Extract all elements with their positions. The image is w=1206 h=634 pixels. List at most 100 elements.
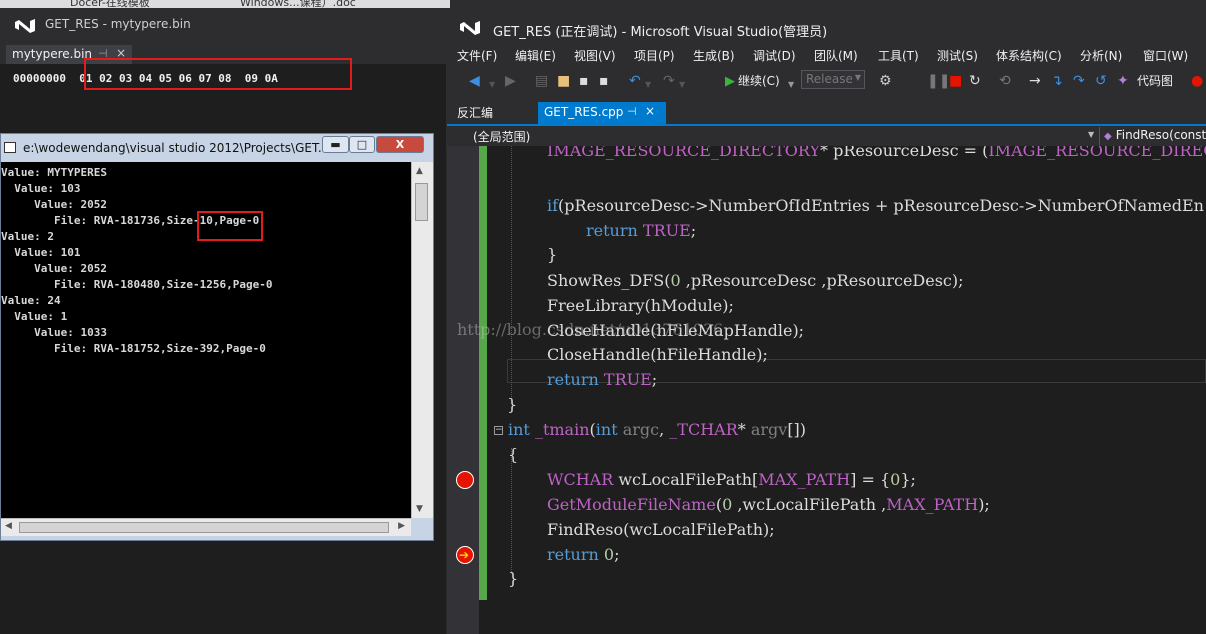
close-button[interactable]: X <box>376 136 424 153</box>
chevron-down-icon[interactable]: ▼ <box>645 77 651 93</box>
scroll-right-icon[interactable]: ▶ <box>398 521 405 531</box>
console-window: e:\wodewendang\visual studio 2012\Projec… <box>0 133 434 541</box>
chevron-down-icon[interactable]: ▼ <box>788 77 794 93</box>
current-statement-breakpoint-icon[interactable]: ➔ <box>456 546 474 564</box>
menu-architecture[interactable]: 体系结构(C) <box>996 47 1062 64</box>
code-editor[interactable]: IMAGE_RESOURCE_DIRECTORY* pResourceDesc … <box>447 146 1206 634</box>
scroll-up-icon[interactable]: ▲ <box>416 166 423 176</box>
console-vertical-scrollbar[interactable]: ▲ ▼ <box>411 162 433 518</box>
restart-icon[interactable]: ↻ <box>969 73 981 89</box>
menu-build[interactable]: 生成(B) <box>693 47 735 64</box>
breakpoint-icon[interactable] <box>456 471 474 489</box>
code-line: return TRUE; <box>586 221 697 240</box>
console-title-bar[interactable]: e:\wodewendang\visual studio 2012\Projec… <box>1 134 433 162</box>
chevron-down-icon[interactable]: ▼ <box>489 77 495 93</box>
redo-icon[interactable]: ↷ <box>663 73 675 89</box>
menu-project[interactable]: 项目(P) <box>634 47 675 64</box>
pin-icon[interactable]: ⊣ <box>627 105 637 118</box>
scroll-left-icon[interactable]: ◀ <box>5 521 12 531</box>
console-line: Value: 101 <box>1 246 81 259</box>
code-line: } <box>507 395 518 414</box>
continue-label: 继续(C) <box>738 74 780 88</box>
save-icon[interactable]: ▪ <box>579 73 589 89</box>
minimize-button[interactable]: ▬ <box>322 136 349 153</box>
taskbar-tab-doc[interactable]: Windows...课程）.doc <box>240 0 356 8</box>
code-line: } <box>547 245 558 264</box>
continue-button[interactable]: ▶ 继续(C) <box>725 72 780 89</box>
vs-logo-icon <box>15 19 35 33</box>
show-next-statement-icon[interactable]: ⟲ <box>999 73 1011 89</box>
console-line: File: RVA-180480,Size-1256,Page-0 <box>1 278 273 291</box>
chevron-down-icon: ▼ <box>854 73 861 82</box>
hex-offset: 00000000 <box>13 72 66 85</box>
step-over-icon[interactable]: ↷ <box>1073 73 1085 89</box>
tab-disassembly[interactable]: 反汇编 <box>457 104 493 121</box>
menu-window[interactable]: 窗口(W) <box>1143 47 1188 64</box>
collapse-icon[interactable]: − <box>494 426 503 435</box>
close-tab-icon[interactable]: × <box>645 104 655 118</box>
document-tabs: 反汇编 GET_RES.cpp ⊣ × <box>447 102 1206 126</box>
console-line: File: RVA-181752,Size-392,Page-0 <box>1 342 266 355</box>
tab-label: GET_RES.cpp <box>544 105 624 119</box>
indent-guide <box>511 448 513 574</box>
forward-icon[interactable]: ▶ <box>505 73 516 89</box>
breakpoint-toolbar-icon[interactable]: ● <box>1191 73 1203 89</box>
menu-analyze[interactable]: 分析(N) <box>1080 47 1122 64</box>
attach-icon[interactable]: ⚙ <box>879 73 892 89</box>
menu-bar: 文件(F) 编辑(E) 视图(V) 项目(P) 生成(B) 调试(D) 团队(M… <box>447 44 1206 66</box>
tab-get-res-cpp[interactable]: GET_RES.cpp ⊣ × <box>538 102 666 124</box>
new-project-icon[interactable]: ▤ <box>535 73 548 89</box>
chevron-down-icon[interactable]: ▼ <box>1088 130 1094 139</box>
function-dropdown[interactable]: ◆ FindReso(const <box>1099 127 1206 145</box>
change-tracking-bar <box>479 146 487 580</box>
menu-test[interactable]: 测试(S) <box>937 47 978 64</box>
code-map-button[interactable]: 代码图 <box>1137 72 1173 89</box>
back-icon[interactable]: ◀ <box>469 73 480 89</box>
step-into-icon[interactable]: ↴ <box>1051 73 1063 89</box>
open-folder-icon[interactable]: ■ <box>557 73 570 89</box>
watermark-text: http://blog.csdn.net/u013761036 <box>457 320 724 339</box>
menu-debug[interactable]: 调试(D) <box>753 47 796 64</box>
code-line: FindReso(wcLocalFilePath); <box>547 520 775 539</box>
menu-file[interactable]: 文件(F) <box>457 47 497 64</box>
size-highlight-box <box>197 211 263 241</box>
console-app-icon <box>4 142 16 153</box>
solution-config-dropdown[interactable]: Release ▼ <box>801 70 865 89</box>
navigation-bar: (全局范围) ▼ ◆ FindReso(const <box>447 126 1206 146</box>
scope-dropdown[interactable]: (全局范围) <box>473 128 530 145</box>
scroll-thumb[interactable] <box>19 522 389 533</box>
code-line: return 0; <box>547 545 620 564</box>
main-title-bar: GET_RES (正在调试) - Microsoft Visual Studio… <box>447 8 1206 42</box>
maximize-button[interactable]: □ <box>349 136 375 153</box>
pause-icon[interactable]: ❚❚ <box>927 73 950 89</box>
method-icon: ◆ <box>1104 131 1112 142</box>
scroll-down-icon[interactable]: ▼ <box>416 504 423 514</box>
console-line: Value: 1 <box>1 310 68 323</box>
menu-team[interactable]: 团队(M) <box>814 47 858 64</box>
step-arrow-icon[interactable]: → <box>1029 73 1041 89</box>
console-horizontal-scrollbar[interactable]: ◀ ▶ <box>1 518 411 536</box>
stop-icon[interactable]: ■ <box>949 73 962 89</box>
console-line: Value: 1033 <box>1 326 107 339</box>
console-line: Value: 103 <box>1 182 81 195</box>
console-line: Value: 2 <box>1 230 54 243</box>
menu-view[interactable]: 视图(V) <box>574 47 616 64</box>
menu-tools[interactable]: 工具(T) <box>878 47 919 64</box>
main-window-title: GET_RES (正在调试) - Microsoft Visual Studio… <box>493 25 828 40</box>
step-out-icon[interactable]: ↺ <box>1095 73 1107 89</box>
left-window-title: GET_RES - mytypere.bin <box>45 17 191 31</box>
scroll-thumb[interactable] <box>415 183 428 221</box>
save-all-icon[interactable]: ▪ <box>599 73 609 89</box>
taskbar-tab-docer[interactable]: Docer-在线模板 <box>70 0 150 8</box>
undo-icon[interactable]: ↶ <box>629 73 641 89</box>
code-line: int _tmain(int argc, _TCHAR* argv[]) <box>508 420 807 439</box>
code-line: IMAGE_RESOURCE_DIRECTORY* pResourceDesc … <box>547 146 1206 160</box>
chevron-down-icon[interactable]: ▼ <box>679 77 685 93</box>
code-line: return TRUE; <box>547 370 658 389</box>
menu-edit[interactable]: 编辑(E) <box>515 47 556 64</box>
vs-logo-icon <box>460 21 480 35</box>
code-line: WCHAR wcLocalFilePath[MAX_PATH] = {0}; <box>547 470 916 489</box>
hex-highlight-box <box>84 58 352 90</box>
toolbar: ◀ ▼ ▶ ▤ ■ ▪ ▪ ↶ ▼ ↷ ▼ ▶ 继续(C) ▼ Release ▼ … <box>447 68 1206 96</box>
code-line: FreeLibrary(hModule); <box>547 296 734 315</box>
